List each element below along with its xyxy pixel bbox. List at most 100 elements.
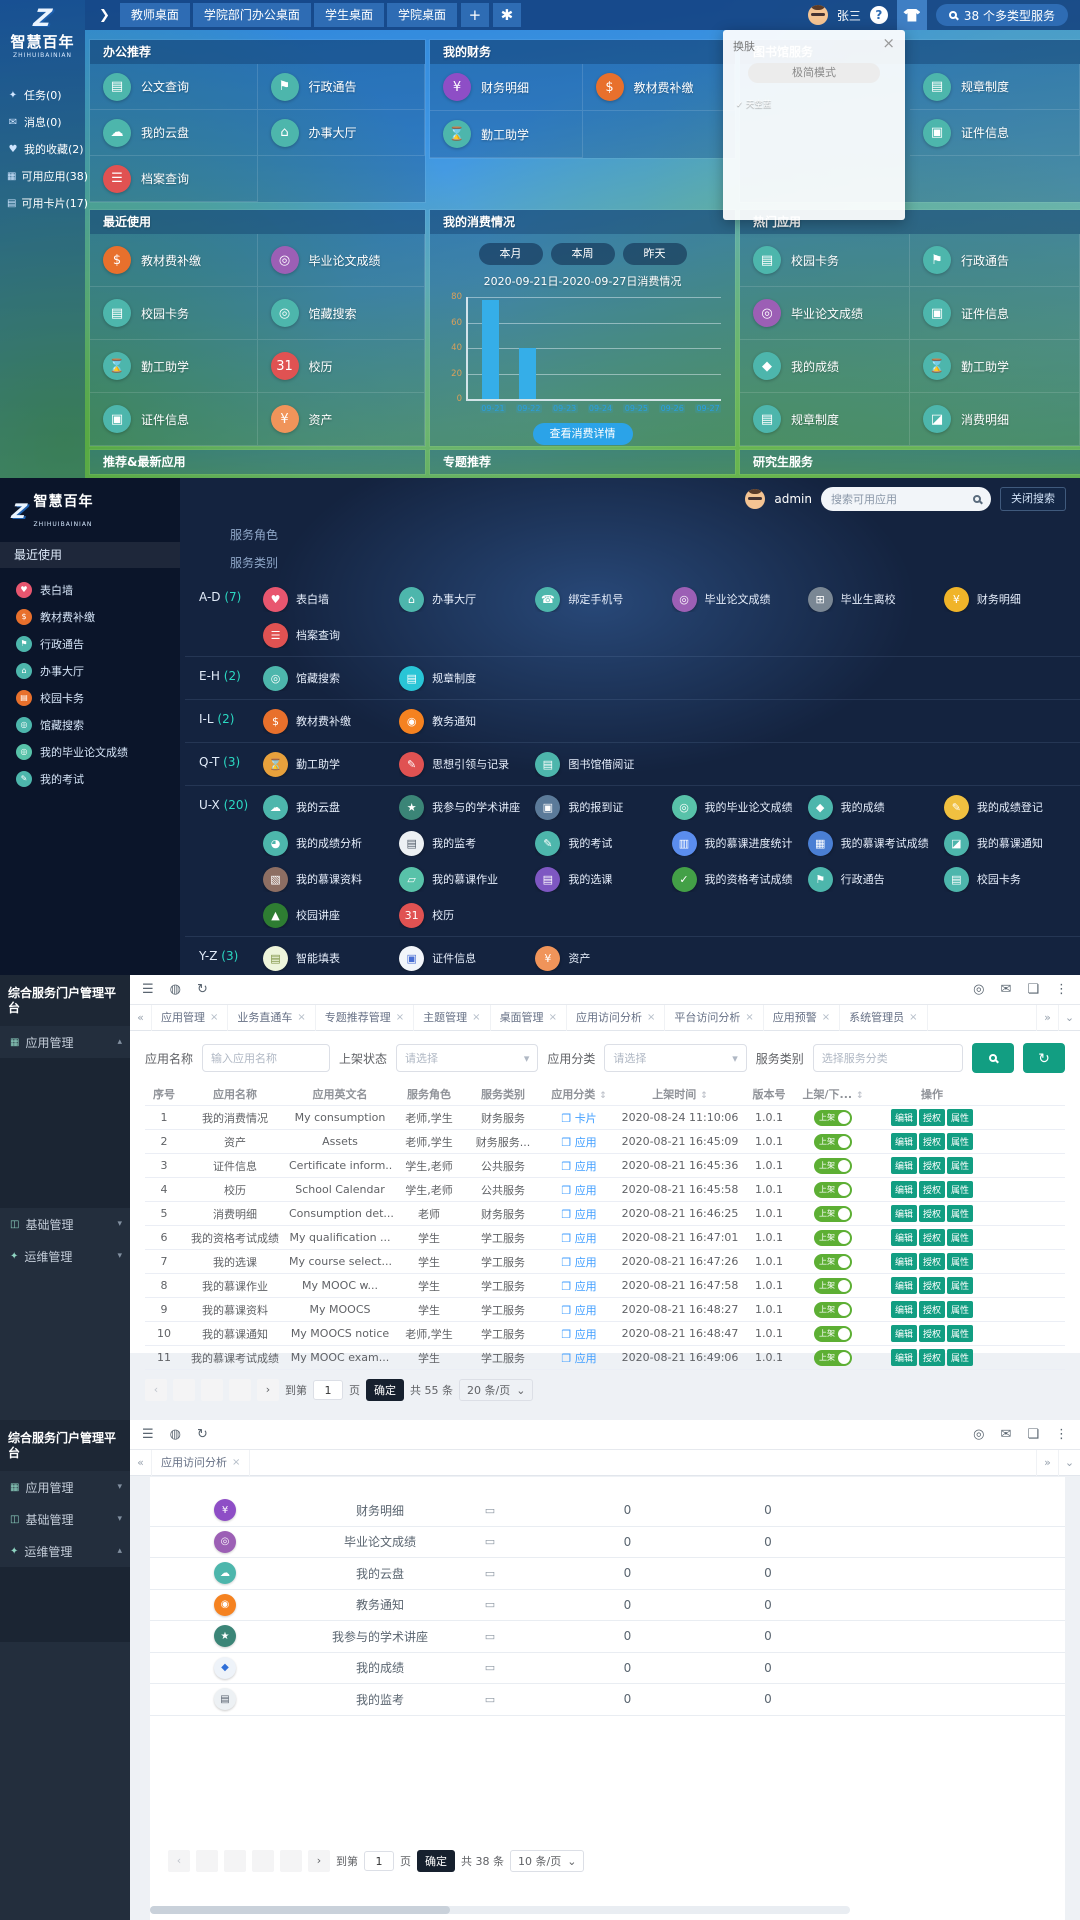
tabs-menu-icon[interactable]: ⌄ (1058, 1005, 1080, 1031)
shelf-toggle[interactable]: 上架 (814, 1206, 852, 1222)
app-item[interactable]: ▣ 我的报到证 (535, 795, 671, 820)
consumption-tab[interactable]: 本周 (551, 243, 615, 265)
jump-page-input[interactable] (364, 1851, 394, 1871)
skin-thumbnail[interactable] (844, 155, 895, 182)
app-tile[interactable]: ⌛ 勤工助学 (90, 340, 258, 393)
app-item[interactable]: ▤ 我的监考 (399, 831, 535, 856)
shelf-toggle[interactable]: 上架 (814, 1278, 852, 1294)
chat-icon[interactable]: ✉ (1000, 1427, 1011, 1442)
menu-ops-management[interactable]: ✦ 运维管理 ▾ (0, 1240, 130, 1272)
refresh-button[interactable]: ↻ (1023, 1043, 1065, 1073)
submenu-item[interactable] (0, 1133, 130, 1158)
authorize-button[interactable]: 授权 (919, 1301, 945, 1318)
skin-thumbnail[interactable] (844, 123, 895, 150)
attribute-button[interactable]: 属性 (947, 1109, 973, 1126)
view-consumption-detail-button[interactable]: 查看消费详情 (533, 423, 633, 445)
admin-tab[interactable]: 专题推荐管理 × (316, 1005, 414, 1031)
desktop-tab[interactable]: 学生桌面 (314, 3, 384, 27)
app-tile[interactable]: ⚑ 行政通告 (258, 64, 426, 110)
chat-icon[interactable]: ✉ (1000, 982, 1011, 997)
more-icon[interactable]: ⋮ (1055, 1427, 1068, 1442)
app-item[interactable]: ▣ 证件信息 (399, 946, 535, 971)
app-item[interactable]: ⚑ 行政通告 (808, 867, 944, 892)
submenu-item[interactable] (0, 1083, 130, 1108)
close-icon[interactable]: × (882, 38, 895, 54)
prev-page-icon[interactable]: ‹ (168, 1850, 190, 1872)
recent-app-item[interactable]: ◎ 馆藏搜索 (0, 711, 180, 738)
app-item[interactable]: ✎ 我的考试 (535, 831, 671, 856)
table-row[interactable]: 5 消费明细 Consumption det... 老师 财务服务 ❐ 应用 2… (145, 1202, 1065, 1226)
app-tile[interactable]: ◪ 消费明细 (910, 393, 1080, 446)
app-tile[interactable]: ◎ 馆藏搜索 (258, 287, 426, 340)
confirm-button[interactable]: 确定 (366, 1379, 404, 1401)
tab-close-icon[interactable]: × (297, 1005, 305, 1031)
app-item[interactable]: ⌂ 办事大厅 (399, 587, 535, 612)
app-tile[interactable]: ▤ 规章制度 (910, 64, 1080, 110)
app-item[interactable]: ◪ 我的慕课通知 (944, 831, 1080, 856)
app-tile[interactable]: ▣ 证件信息 (90, 393, 258, 446)
submenu-item[interactable] (0, 1183, 130, 1208)
shelf-toggle[interactable]: 上架 (814, 1302, 852, 1318)
desktop-tab[interactable]: 教师桌面 (120, 3, 190, 27)
menu-basic-management[interactable]: ◫ 基础管理 ▾ (0, 1503, 130, 1535)
globe-icon[interactable]: ◍ (170, 1427, 181, 1442)
service-search[interactable]: 38 个多类型服务 (936, 4, 1068, 26)
analysis-row[interactable]: ◆ 我的成绩 ▭ 0 0 (150, 1653, 1065, 1685)
shelf-toggle[interactable]: 上架 (814, 1326, 852, 1342)
authorize-button[interactable]: 授权 (919, 1133, 945, 1150)
skin-thumbnail[interactable]: ✓ 天空蓝 (733, 91, 784, 118)
tab-close-icon[interactable]: × (647, 1005, 655, 1031)
app-item[interactable]: ¥ 财务明细 (944, 587, 1080, 612)
app-name-input[interactable] (202, 1044, 330, 1072)
simple-mode-button[interactable]: 极简模式 (748, 63, 880, 83)
edit-button[interactable]: 编辑 (891, 1301, 917, 1318)
app-item[interactable]: ▤ 图书馆借阅证 (535, 752, 671, 777)
tag-icon[interactable]: ❏ (1027, 982, 1039, 997)
app-item[interactable]: ☰ 档案查询 (263, 623, 399, 648)
edit-button[interactable]: 编辑 (891, 1181, 917, 1198)
table-row[interactable]: 2 资产 Assets 老师,学生 财务服务... ❐ 应用 2020-08-2… (145, 1130, 1065, 1154)
skin-thumbnail[interactable] (733, 155, 784, 182)
authorize-button[interactable]: 授权 (919, 1181, 945, 1198)
tabs-scroll-right-icon[interactable]: » (1036, 1450, 1058, 1476)
app-item[interactable]: ▤ 我的选课 (535, 867, 671, 892)
tab-close-icon[interactable]: × (472, 1005, 480, 1031)
attribute-button[interactable]: 属性 (947, 1253, 973, 1270)
admin-tab[interactable]: 业务直通车 × (228, 1005, 315, 1031)
menu-basic-management[interactable]: ◫ 基础管理 ▾ (0, 1208, 130, 1240)
authorize-button[interactable]: 授权 (919, 1109, 945, 1126)
authorize-button[interactable]: 授权 (919, 1277, 945, 1294)
app-item[interactable]: ♥ 表白墙 (263, 587, 399, 612)
app-item[interactable]: ▦ 我的慕课考试成绩 (808, 831, 944, 856)
next-page-icon[interactable]: › (308, 1850, 330, 1872)
consumption-tab[interactable]: 本月 (479, 243, 543, 265)
sidebar-item[interactable]: ✦ 任务(0) (0, 85, 85, 105)
app-item[interactable]: ◎ 我的毕业论文成绩 (672, 795, 808, 820)
app-item[interactable]: ✎ 思想引领与记录 (399, 752, 535, 777)
user-avatar[interactable] (745, 489, 765, 509)
attribute-button[interactable]: 属性 (947, 1205, 973, 1222)
app-item[interactable]: ☁ 我的云盘 (263, 795, 399, 820)
analysis-row[interactable]: ◉ 教务通知 ▭ 0 0 (150, 1590, 1065, 1622)
user-avatar[interactable] (808, 5, 828, 25)
cell-class-link[interactable]: ❐ 应用 (541, 1155, 617, 1177)
cell-class-link[interactable]: ❐ 应用 (541, 1227, 617, 1249)
col-class[interactable]: 应用分类 ↕ (541, 1083, 617, 1105)
edit-button[interactable]: 编辑 (891, 1157, 917, 1174)
page-number[interactable] (229, 1379, 251, 1401)
cell-class-link[interactable]: ❐ 应用 (541, 1131, 617, 1153)
analysis-row[interactable]: ★ 我参与的学术讲座 ▭ 0 0 (150, 1621, 1065, 1653)
tabs-scroll-right-icon[interactable]: » (1036, 1005, 1058, 1031)
attribute-button[interactable]: 属性 (947, 1157, 973, 1174)
more-icon[interactable]: ⋮ (1055, 982, 1068, 997)
skin-thumbnail[interactable] (789, 123, 840, 150)
desktop-settings-button[interactable]: ✱ (493, 3, 521, 27)
authorize-button[interactable]: 授权 (919, 1229, 945, 1246)
authorize-button[interactable]: 授权 (919, 1157, 945, 1174)
edit-button[interactable]: 编辑 (891, 1109, 917, 1126)
cell-class-link[interactable]: ❐ 应用 (541, 1179, 617, 1201)
table-row[interactable]: 8 我的慕课作业 My MOOC w... 学生 学工服务 ❐ 应用 2020-… (145, 1274, 1065, 1298)
attribute-button[interactable]: 属性 (947, 1277, 973, 1294)
cell-class-link[interactable]: ❐ 应用 (541, 1347, 617, 1369)
shelf-toggle[interactable]: 上架 (814, 1182, 852, 1198)
